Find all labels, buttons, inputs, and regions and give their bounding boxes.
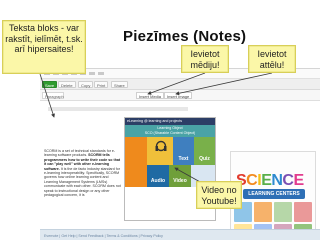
science-card <box>254 202 272 222</box>
headphones-icon <box>155 140 167 152</box>
sticky-note-insert-media: Ievietot mēdiju! <box>181 45 229 73</box>
science-subtitle: LEARNING CENTERS <box>243 189 305 199</box>
sticky-note-text: Ievietot attēlu! <box>257 49 287 70</box>
video-tile[interactable]: Video <box>169 165 191 187</box>
text-line <box>48 107 188 111</box>
page-title: Piezīmes (Notes) <box>123 28 247 45</box>
player-banner: Learning Object SCO (Sharable Content Ob… <box>125 125 215 137</box>
quiz-tile[interactable]: Quiz <box>194 137 215 165</box>
science-card <box>294 202 312 222</box>
player-header: eLearning @ learning and projects <box>125 118 215 125</box>
footer-bar: Evernote | Get Help | Send Feedback | Te… <box>40 229 320 240</box>
save-button[interactable]: Save <box>42 81 58 88</box>
insert-media-button[interactable]: Insert Media <box>136 92 165 99</box>
people-tile <box>125 137 147 187</box>
copy-button[interactable]: Copy <box>78 81 94 88</box>
note-editor-window: Save Delete Copy Print Share Paragraph I… <box>40 68 320 240</box>
format-toolbar: Paragraph Insert Media Insert Image <box>40 90 320 101</box>
audio-tile-label: Audio <box>150 178 166 184</box>
video-tile-label: Video <box>173 178 187 184</box>
sticky-note-insert-image: Ievietot attēlu! <box>248 45 296 73</box>
insert-image-button[interactable]: Insert Image <box>164 92 193 99</box>
screenshot-stage: Piezīmes (Notes) Save Delete Copy Print … <box>0 0 320 240</box>
scorm-paragraph-2: It is the de facto industry standard for… <box>44 166 121 198</box>
player-banner-line2: SCO (Sharable Content Object) <box>144 130 196 135</box>
delete-button[interactable]: Delete <box>58 81 76 88</box>
note-body[interactable]: SCORM is a set of technical standards fo… <box>40 101 320 240</box>
quiz-tile-label: Quiz <box>199 156 210 162</box>
science-title: SCIENCE <box>236 172 304 189</box>
sticky-note-text: Ievietot mēdiju! <box>190 49 220 70</box>
footer-links[interactable]: Evernote | Get Help | Send Feedback | Te… <box>44 233 163 239</box>
sticky-note-text: Teksta bloks - var rakstīt, ielīmēt, t.s… <box>5 23 83 54</box>
text-tile[interactable]: Text <box>173 137 194 165</box>
print-button[interactable]: Print <box>94 81 109 88</box>
sticky-note-video: Video no Youtube! <box>196 181 242 209</box>
sticky-note-text: Video no Youtube! <box>201 185 237 206</box>
main-toolbar: Save Delete Copy Print Share <box>40 79 320 90</box>
audio-tile[interactable]: Audio <box>147 165 169 187</box>
scorm-text-block[interactable]: SCORM is a set of technical standards fo… <box>44 149 122 197</box>
text-tile-label: Text <box>178 156 189 162</box>
science-card <box>274 202 292 222</box>
science-learning-centers-image: SCIENCE LEARNING CENTERS <box>230 151 316 240</box>
share-button[interactable]: Share <box>111 81 128 88</box>
format-select[interactable]: Paragraph <box>42 92 64 99</box>
sticky-note-text-block: Teksta bloks - var rakstīt, ielīmēt, t.s… <box>2 20 86 74</box>
